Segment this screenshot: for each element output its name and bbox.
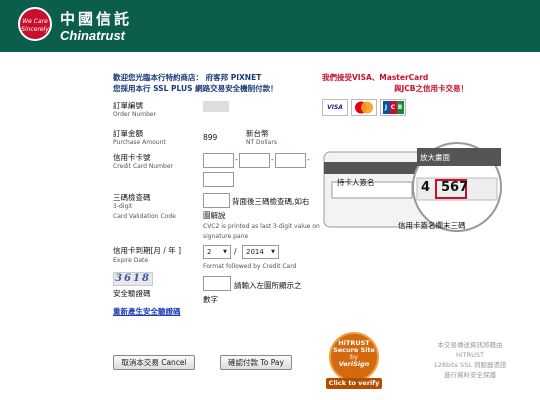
visa-logo-icon: VISA [322, 99, 348, 116]
captcha-input[interactable] [203, 276, 231, 291]
welcome-line-1: 歡迎您光臨本行特約商店： 府客邦 PIXNET [113, 73, 262, 82]
card-digit-prefix: 4 [421, 180, 431, 195]
captcha-hint-1: 請輸入左圖所顯示之 [234, 281, 302, 290]
card-number-dash-2: - [271, 155, 274, 164]
accept-cards-line-2: 與JCB之信用卡交易！ [394, 84, 469, 93]
visa-logo-text: VISA [327, 104, 343, 111]
amount-sublabel: Purchase Amount [113, 139, 166, 146]
captcha-hint-2: 數字 [203, 295, 218, 304]
card-number-dash-1: - [235, 155, 238, 164]
card-illustration-caption: 信用卡簽名欄末三碼 [398, 221, 466, 230]
brand-name-chinese: 中國信託 [60, 10, 133, 28]
currency-label: 新台幣 [246, 129, 269, 138]
confirm-pay-button[interactable]: 確認付款 To Pay [220, 355, 292, 370]
amount-label: 訂單金額 [113, 129, 143, 138]
accept-cards-line-1: 我們接受VISA、MasterCard [322, 72, 428, 83]
mastercard-logo-icon [351, 99, 377, 116]
order-number-sublabel: Order Number [113, 111, 157, 118]
card-number-label: 信用卡卡號 [113, 153, 151, 162]
cvv-input[interactable] [203, 193, 230, 208]
cvv-sublabel-1: 3-digit [113, 203, 133, 210]
card-number-field-2[interactable] [239, 153, 270, 168]
expiry-label: 信用卡到期[月 / 年 ] [113, 246, 182, 255]
mastercard-circles [355, 101, 373, 114]
bank-logo: We Care Sincerely [18, 7, 52, 41]
expiry-year-value: 2014 [246, 248, 264, 256]
expiry-format-note: Format followed by Credit Card [203, 263, 297, 270]
jcb-logo-icon: J C B [380, 99, 406, 116]
card-cvc-number: 567 [441, 180, 469, 195]
accept-line1-text: 接受VISA、MasterCard [337, 73, 429, 82]
expiry-month-select[interactable]: 2 ▼ [203, 245, 231, 259]
card-number-sublabel: Credit Card Number [113, 163, 173, 170]
logo-text: We Care Sincerely [21, 18, 49, 33]
jcb-stripes: J C B [382, 101, 404, 114]
captcha-label: 安全驗證碼 [113, 289, 151, 298]
cvv-note-2: 圖解說 [203, 211, 226, 220]
hitrust-badge[interactable]: HiTRUST Secure Site by VeriSign Click to… [325, 332, 383, 390]
badge-line-4: VeriSign [338, 360, 370, 368]
security-note-line-2: HiTRUST [455, 351, 485, 359]
chevron-down-icon: ▼ [271, 249, 275, 255]
magnify-label: 放大畫面 [420, 153, 450, 162]
security-note-line-1: 本交易傳送資訊將藉由 [437, 341, 503, 349]
security-note-line-3: 128bits SSL 伺服器憑證 [433, 361, 507, 369]
card-number-field-1[interactable] [203, 153, 234, 168]
click-to-verify-label: Click to verify [328, 379, 380, 387]
security-note: 本交易傳送資訊將藉由 HiTRUST 128bits SSL 伺服器憑證 進行資… [410, 340, 530, 380]
card-number-field-4[interactable] [203, 172, 234, 187]
cvv-note-english-1: CVC2 is printed as last 3-digit value on [203, 223, 320, 230]
cvv-note-1: 背面後三碼檢查碼,如右 [232, 197, 310, 206]
cvv-note-english-2: signature pane [203, 233, 249, 240]
expiry-sublabel: Expire Date [113, 257, 149, 264]
cvv-sublabel-2: Card Validation Code [113, 213, 176, 220]
card-holder-signature-label: 持卡人簽名 [337, 178, 375, 187]
captcha-image: 3618 [113, 272, 153, 286]
regenerate-captcha-link[interactable]: 重新產生安全驗證碼 [113, 306, 181, 317]
captcha-text: 3618 [115, 273, 151, 284]
order-number-label: 訂單編號 [113, 101, 143, 110]
expiry-year-select[interactable]: 2014 ▼ [242, 245, 279, 259]
chevron-down-icon: ▼ [223, 249, 227, 255]
expiry-month-value: 2 [207, 248, 212, 256]
accept-prefix: 我們 [322, 73, 337, 82]
welcome-line-2: 您採用本行 SSL PLUS 網路交易安全機制付款！ [113, 84, 278, 93]
cancel-button[interactable]: 取消本交易 Cancel [113, 355, 195, 370]
amount-value: 899 [203, 133, 218, 142]
security-note-line-4: 進行資料安全保護 [444, 371, 496, 379]
card-number-dash-3: - [307, 155, 310, 164]
card-number-field-3[interactable] [275, 153, 306, 168]
order-number-value [203, 101, 229, 112]
cvv-label: 三碼檢查碼 [113, 193, 151, 202]
brand-name-english: Chinatrust [60, 28, 125, 43]
badge-text: HiTRUST Secure Site by VeriSign [325, 340, 383, 368]
currency-sublabel: NT Dollars [246, 139, 277, 146]
expiry-separator: / [234, 247, 237, 256]
